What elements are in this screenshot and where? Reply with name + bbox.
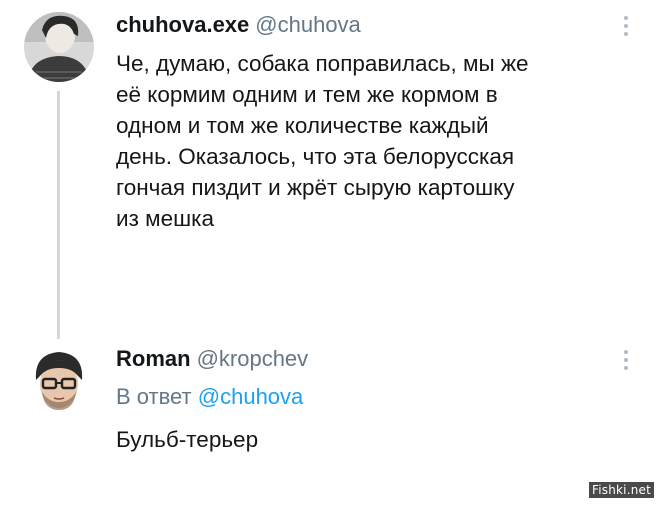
user-handle[interactable]: @chuhova — [255, 12, 361, 37]
reply-context: В ответ @chuhova — [116, 384, 303, 410]
tweet-text-line: Бульб-терьер — [116, 427, 259, 452]
tweet-text: Че, думаю, собака поправилась, мы же её … — [116, 48, 529, 234]
watermark: Fishki.net — [588, 482, 654, 498]
tweet-reply: Roman @kropchev В ответ @chuhova Бульб-те… — [0, 340, 660, 506]
thread-connector-line — [57, 91, 60, 339]
tweet-text-line: из мешка — [116, 206, 215, 231]
tweet-text-line: Че, думаю, собака поправилась, мы же — [116, 51, 529, 76]
avatar[interactable] — [24, 12, 94, 82]
avatar[interactable] — [24, 346, 94, 416]
tweet-text-line: день. Оказалось, что эта белорусская — [116, 144, 515, 169]
user-avatar-photo-icon — [24, 12, 94, 82]
more-vertical-icon[interactable] — [622, 350, 630, 372]
tweet-text: Бульб-терьер — [116, 424, 258, 455]
display-name[interactable]: Roman — [116, 346, 191, 371]
tweet-header: Roman @kropchev — [116, 346, 308, 372]
more-vertical-icon[interactable] — [622, 16, 630, 38]
tweet-text-line: её кормим одним и тем же кормом в — [116, 82, 498, 107]
tweet-text-line: одном и том же количестве каждый — [116, 113, 489, 138]
reply-prefix: В ответ — [116, 384, 192, 409]
tweet-text-line: гончая пиздит и жрёт сырую картошку — [116, 175, 515, 200]
reply-mention-link[interactable]: @chuhova — [198, 384, 304, 409]
user-avatar-glasses-icon — [24, 346, 94, 416]
user-handle[interactable]: @kropchev — [197, 346, 309, 371]
tweet-original: chuhova.exe @chuhova Че, думаю, собака по… — [0, 0, 660, 340]
display-name[interactable]: chuhova.exe — [116, 12, 249, 37]
tweet-header: chuhova.exe @chuhova — [116, 12, 361, 38]
